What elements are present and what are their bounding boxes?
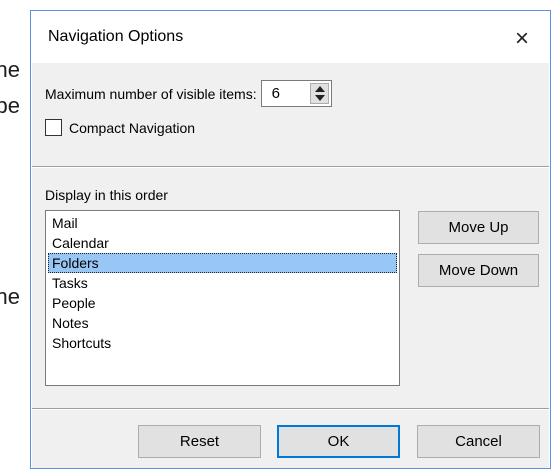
max-visible-spinner[interactable]: 6 [260,80,332,107]
close-button[interactable]: × [502,19,542,59]
dialog-title: Navigation Options [48,28,184,45]
move-down-button[interactable]: Move Down [418,254,539,287]
list-item[interactable]: Calendar [48,233,397,253]
max-visible-label: Maximum number of visible items: [45,85,257,102]
close-icon: × [514,25,529,52]
separator [32,166,549,168]
display-order-list[interactable]: Mail Calendar Folders Tasks People Notes… [45,210,400,386]
max-visible-row: Maximum number of visible items: 6 [45,80,332,107]
list-item[interactable]: Shortcuts [48,333,397,353]
list-item[interactable]: Tasks [48,273,397,293]
compact-navigation-row[interactable]: Compact Navigation [45,119,195,136]
dialog-body: Maximum number of visible items: 6 Compa… [32,63,549,468]
display-order-label: Display in this order [45,187,168,203]
title-bar[interactable]: Navigation Options × [31,11,550,63]
list-item[interactable]: Mail [48,213,397,233]
spin-down-icon[interactable] [314,95,325,101]
list-item-selected[interactable]: Folders [48,253,397,273]
reset-button[interactable]: Reset [138,425,261,458]
spinner-buttons [309,83,329,104]
separator [32,408,549,410]
background-text-fragment: he [0,285,20,309]
max-visible-value[interactable]: 6 [272,85,280,102]
background-text-fragment: the [0,58,20,82]
list-item[interactable]: People [48,293,397,313]
spin-up-icon[interactable] [314,86,325,92]
background-text-fragment: be [0,94,20,118]
list-item[interactable]: Notes [48,313,397,333]
ok-button[interactable]: OK [277,425,400,458]
compact-navigation-checkbox[interactable] [45,119,62,136]
move-up-button[interactable]: Move Up [418,211,539,244]
cancel-button[interactable]: Cancel [417,425,540,458]
compact-navigation-label[interactable]: Compact Navigation [69,120,195,136]
navigation-options-dialog: Navigation Options × Maximum number of v… [30,10,551,469]
